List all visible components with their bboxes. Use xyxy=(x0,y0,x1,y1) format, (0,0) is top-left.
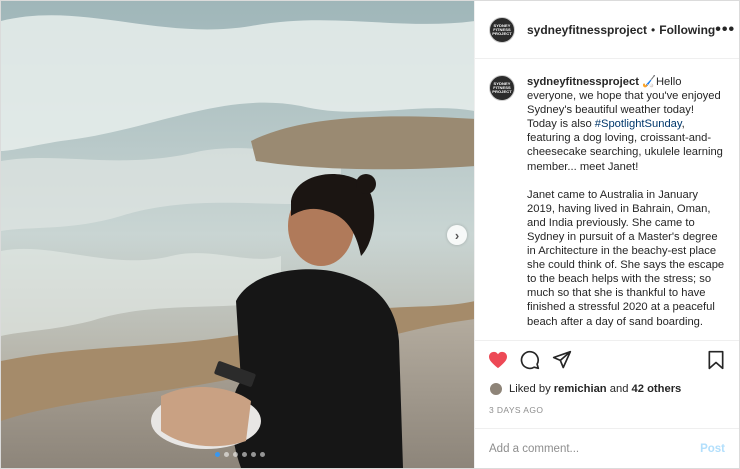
caption-paragraph-2: Janet came to Australia in January 2019,… xyxy=(527,188,725,328)
following-button[interactable]: Following xyxy=(659,23,715,37)
post-comment-button[interactable]: Post xyxy=(700,443,725,455)
comment-bubble-icon[interactable] xyxy=(519,349,541,371)
likes-summary: Liked by remichian and 42 others xyxy=(475,378,739,400)
photo-image xyxy=(1,1,474,468)
caption-emoji: 🏑 xyxy=(642,76,656,88)
caption-avatar[interactable]: SYDNEY FITNESS PROJECT xyxy=(489,75,515,101)
post-actions xyxy=(475,340,739,378)
more-options-icon[interactable]: ••• xyxy=(715,21,735,39)
post-side-panel: SYDNEY FITNESS PROJECT sydneyfitnessprojec… xyxy=(474,1,739,468)
post-photo[interactable]: › xyxy=(1,1,474,468)
likes-others-link[interactable]: 42 others xyxy=(632,383,682,395)
paper-plane-icon[interactable] xyxy=(551,349,573,371)
carousel-dot xyxy=(233,452,238,457)
header-username[interactable]: sydneyfitnessproject xyxy=(527,23,647,37)
carousel-next-button[interactable]: › xyxy=(447,225,467,245)
carousel-dot xyxy=(242,452,247,457)
comment-box: Post xyxy=(475,428,739,468)
carousel-dots xyxy=(215,452,265,457)
post-date[interactable]: 3 DAYS AGO xyxy=(475,400,739,420)
avatar-logo: SYDNEY FITNESS PROJECT xyxy=(492,22,512,36)
liker-avatar[interactable] xyxy=(489,382,503,396)
likes-prefix: Liked by xyxy=(509,383,551,395)
post-header: SYDNEY FITNESS PROJECT sydneyfitnessprojec… xyxy=(475,1,739,59)
hashtag-link[interactable]: #SpotlightSunday xyxy=(595,118,682,130)
carousel-dot xyxy=(251,452,256,457)
liker-username[interactable]: remichian xyxy=(554,383,607,395)
avatar[interactable]: SYDNEY FITNESS PROJECT xyxy=(489,16,515,43)
post-caption: SYDNEY FITNESS PROJECT sydneyfitnessprojec… xyxy=(475,59,739,340)
heart-filled-icon[interactable] xyxy=(487,349,509,371)
chevron-right-icon: › xyxy=(454,227,460,243)
carousel-dot xyxy=(260,452,265,457)
comment-input[interactable] xyxy=(489,442,701,455)
header-separator: • xyxy=(651,22,656,37)
carousel-dot xyxy=(224,452,229,457)
instagram-post: › SYDNEY FITNESS PROJECT sydneyfitnessproj… xyxy=(0,0,740,469)
carousel-dot xyxy=(215,452,220,457)
likes-conjunction: and xyxy=(609,383,629,395)
avatar-logo: SYDNEY FITNESS PROJECT xyxy=(492,81,512,94)
bookmark-icon[interactable] xyxy=(705,349,727,371)
caption-text: sydneyfitnessproject 🏑Hello everyone, we… xyxy=(527,75,725,340)
caption-username[interactable]: sydneyfitnessproject xyxy=(527,76,639,88)
